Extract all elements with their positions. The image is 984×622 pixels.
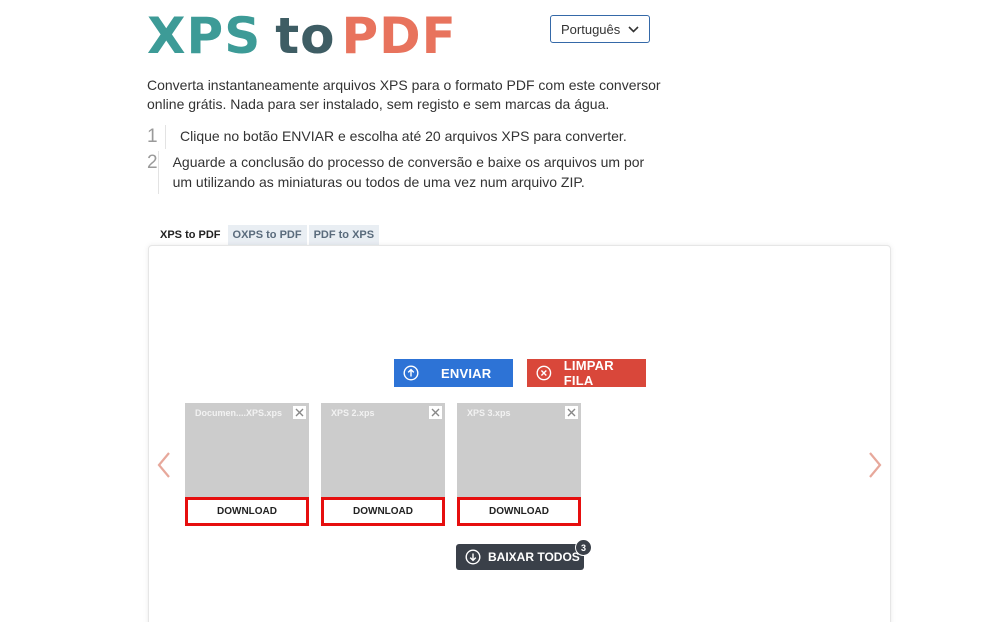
file-count-badge: 3 [575,539,592,556]
clear-queue-button-label: LIMPAR FILA [563,358,614,388]
converter-tabs: XPS to PDF OXPS to PDF PDF to XPS [155,225,381,245]
remove-file-button[interactable] [293,406,306,419]
tab-xps-to-pdf[interactable]: XPS to PDF [155,225,226,245]
file-card: Documen....XPS.xps DOWNLOAD [185,403,309,526]
download-button[interactable]: DOWNLOAD [185,497,309,526]
step-number: 1 [147,126,158,147]
logo-pdf: PDF [341,7,457,65]
upload-button-label: ENVIAR [441,365,492,381]
tab-oxps-to-pdf[interactable]: OXPS to PDF [227,225,307,245]
step-text: Aguarde a conclusão do processo de conve… [157,151,667,194]
file-name: XPS 2.xps [331,408,375,418]
chevron-left-icon[interactable] [156,451,172,479]
upload-button[interactable]: ENVIAR [394,359,513,387]
download-all-label: BAIXAR TODOS [488,550,580,564]
tab-pdf-to-xps[interactable]: PDF to XPS [308,225,380,245]
close-icon [431,408,440,417]
file-card: XPS 2.xps DOWNLOAD [321,403,445,526]
download-all-button[interactable]: BAIXAR TODOS [456,544,584,570]
step-text: Clique no botão ENVIAR e escolha até 20 … [165,125,627,149]
close-icon [567,408,576,417]
steps-list: 1 Clique no botão ENVIAR e escolha até 2… [147,125,667,194]
remove-file-button[interactable] [429,406,442,419]
step-number: 2 [147,152,158,173]
file-name: Documen....XPS.xps [195,408,283,418]
arrow-up-circle-icon [403,365,419,381]
close-icon [295,408,304,417]
download-button[interactable]: DOWNLOAD [321,497,445,526]
arrow-down-circle-icon [465,549,481,565]
logo-to: to [275,7,336,65]
clear-queue-button[interactable]: LIMPAR FILA [527,358,646,388]
chevron-down-icon [628,25,639,33]
remove-file-button[interactable] [565,406,578,419]
intro-text: Converta instantaneamente arquivos XPS p… [147,77,661,112]
file-name: XPS 3.xps [467,408,511,418]
logo[interactable]: XPS to PDF [147,10,457,62]
x-circle-icon [536,365,552,381]
logo-xps: XPS [147,7,262,65]
language-selected: Português [561,21,621,37]
language-select[interactable]: Português [550,15,650,43]
download-button[interactable]: DOWNLOAD [457,497,581,526]
file-card: XPS 3.xps DOWNLOAD [457,403,581,526]
chevron-right-icon[interactable] [867,451,883,479]
step-1: 1 Clique no botão ENVIAR e escolha até 2… [147,125,667,149]
step-2: 2 Aguarde a conclusão do processo de con… [147,151,667,194]
